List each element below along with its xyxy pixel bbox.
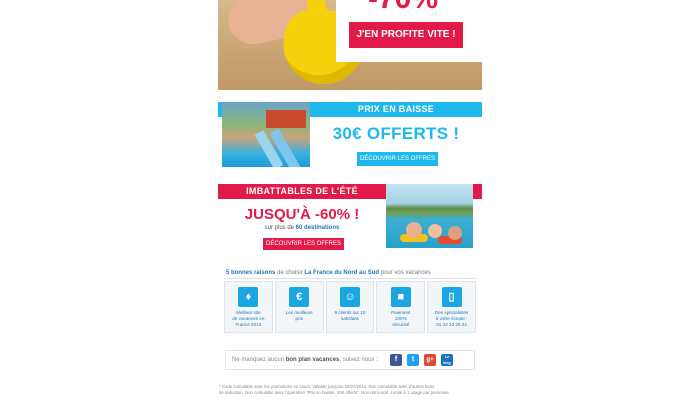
price-drop-band: PRIX EN BAISSE — [310, 102, 482, 117]
price-drop-strip — [218, 102, 222, 117]
price-drop-offer: 30€ OFFERTS ! — [332, 124, 460, 143]
summer-subline: sur plus de 60 destinations — [264, 225, 340, 231]
footer-legal: * Code cumulable avec les promotions en … — [219, 384, 481, 396]
reason-text: Meilleur site de vacances en France 2013 — [232, 310, 265, 327]
reasons-title: 5 bonnes raisons de choisir La France du… — [226, 270, 431, 276]
twitter-icon[interactable]: t — [407, 354, 419, 366]
reasons-row: ♦ Meilleur site de vacances en France 20… — [224, 281, 476, 333]
france-map-icon: ♦ — [238, 287, 259, 307]
reason-text: 9 clients sur 10 satisfaits — [334, 310, 366, 321]
lock-icon: ■ — [390, 287, 411, 307]
blog-icon[interactable]: Le blog — [441, 354, 453, 366]
hero-percent: -70% — [368, 0, 438, 16]
reason-text: Des spécialistes à votre écoute : 01 42 … — [434, 310, 469, 327]
reason-best-site: ♦ Meilleur site de vacances en France 20… — [224, 281, 273, 333]
google-plus-icon[interactable]: g+ — [424, 354, 436, 366]
hero-cta-button[interactable]: J'EN PROFITE VITE ! — [349, 22, 463, 48]
reason-secure-payment: ■ Paiement 100% sécurisé — [376, 281, 426, 333]
reason-satisfied-clients: ☺ 9 clients sur 10 satisfaits — [325, 281, 375, 333]
facebook-icon[interactable]: f — [390, 354, 402, 366]
phone-icon: ▯ — [441, 287, 462, 307]
reason-text: Paiement 100% sécurisé — [391, 310, 411, 327]
reason-best-prices: € Les meilleurs prix — [274, 281, 324, 333]
reason-phone-support: ▯ Des spécialistes à votre écoute : 01 4… — [427, 281, 476, 333]
hero-banner: -70% J'EN PROFITE VITE ! — [218, 0, 482, 90]
summer-band: IMBATTABLES DE L'ÉTÉ — [218, 184, 386, 199]
summer-headline: JUSQU'À -60% ! — [244, 206, 360, 223]
price-drop-discover-button[interactable]: DÉCOUVRIR LES OFFRES — [357, 152, 438, 166]
smiley-icon: ☺ — [339, 287, 360, 307]
footer-line-2: de réduction. Non cumulable avec l'opéra… — [219, 390, 449, 395]
lake-kids-image[interactable] — [386, 184, 473, 248]
pool-slides-image[interactable] — [222, 102, 310, 167]
summer-strip — [473, 184, 482, 199]
social-text: Ne manquez aucun bon plan vacances, suiv… — [232, 357, 378, 363]
divider — [224, 278, 476, 279]
summer-discover-button[interactable]: DÉCOUVRIR LES OFFRES — [263, 238, 344, 250]
reason-text: Les meilleurs prix — [285, 310, 313, 321]
euro-icon: € — [289, 287, 310, 307]
